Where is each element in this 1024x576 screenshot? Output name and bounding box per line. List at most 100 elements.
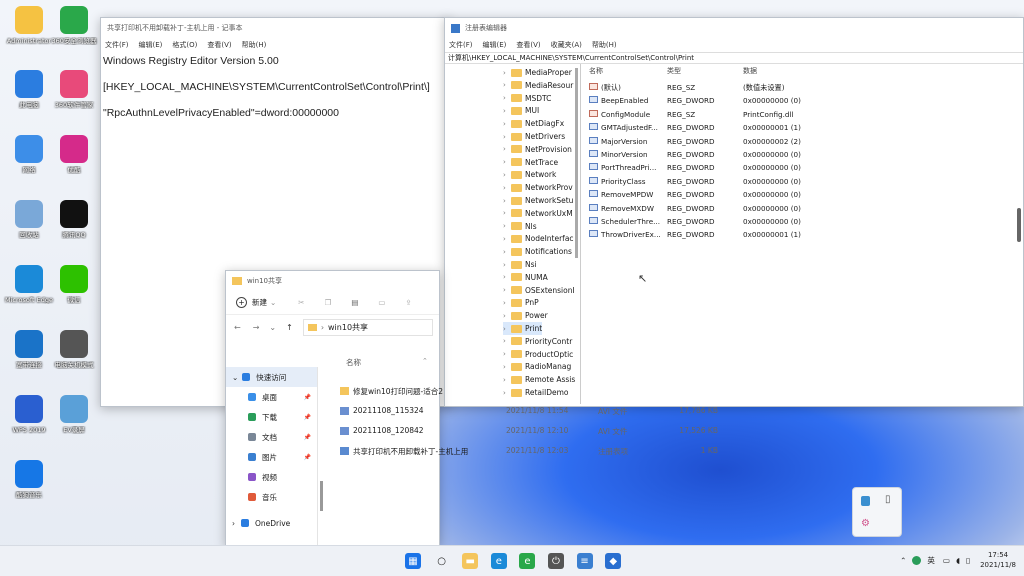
chevron-right-icon[interactable]: ›	[503, 69, 511, 77]
chevron-up-icon[interactable]: ⌃	[900, 556, 906, 565]
power-tool-icon[interactable]: ⏻	[548, 553, 564, 569]
registry-value-row[interactable]: SchedulerThre... REG_DWORD 0x00000000 (0)	[585, 215, 1023, 228]
desktop-icon[interactable]: 微信	[50, 265, 98, 304]
desktop-icon[interactable]: 回收站	[5, 200, 53, 239]
windows-start-icon[interactable]: ▦	[405, 553, 421, 569]
chevron-right-icon[interactable]: ›	[503, 312, 511, 320]
tree-key-item[interactable]: › Network	[503, 168, 556, 181]
file-row[interactable]: 共享打印机不用卸载补丁-主机上用 2021/11/8 12:03 注册表项 1 KB	[340, 442, 770, 460]
desktop-icon[interactable]: 腾讯QQ	[50, 200, 98, 239]
rename-icon[interactable]: ▭	[378, 298, 385, 307]
regedit-menu-item[interactable]: 编辑(E)	[483, 40, 507, 50]
regedit-address-bar[interactable]: 计算机\HKEY_LOCAL_MACHINE\SYSTEM\CurrentCon…	[445, 52, 1023, 64]
search-icon[interactable]: ○	[434, 553, 450, 569]
regedit-menu-item[interactable]: 帮助(H)	[592, 40, 617, 50]
copy-icon[interactable]: ❐	[325, 298, 332, 307]
clock[interactable]: 17:54 2021/11/8	[980, 550, 1016, 570]
registry-value-row[interactable]: ConfigModule REG_SZ PrintConfig.dll	[585, 108, 1023, 121]
col-name-header[interactable]: 名称	[589, 66, 603, 76]
chevron-right-icon[interactable]: ›	[503, 120, 511, 128]
edge-icon[interactable]: e	[490, 553, 507, 569]
usb-icon[interactable]: ▯	[885, 494, 891, 505]
notepad-menu-item[interactable]: 查看(V)	[207, 40, 231, 50]
tree-key-item[interactable]: › Nls	[503, 220, 537, 233]
registry-value-row[interactable]: PriorityClass REG_DWORD 0x00000000 (0)	[585, 175, 1023, 188]
sidebar-item[interactable]: ⌄ 快速访问	[226, 367, 317, 387]
desktop-icon[interactable]: 酷狗音乐	[5, 460, 53, 499]
tree-key-item[interactable]: › PnP	[503, 296, 539, 309]
tree-key-item[interactable]: › NetworkUxM	[503, 207, 573, 220]
chevron-down-icon[interactable]: ⌄	[232, 373, 238, 382]
desktop-icon[interactable]: 优酷	[50, 135, 98, 174]
chevron-right-icon[interactable]: ›	[503, 325, 511, 333]
sidebar-item[interactable]: 桌面 📌	[226, 387, 317, 407]
tree-key-item[interactable]: › NetworkProv	[503, 181, 573, 194]
volume-icon[interactable]: ◖	[956, 556, 960, 565]
notepad-menu-item[interactable]: 帮助(H)	[242, 40, 267, 50]
tree-key-item[interactable]: › NetProvision	[503, 143, 572, 156]
tree-scrollbar[interactable]	[575, 68, 578, 258]
360-browser-icon[interactable]: e	[519, 553, 536, 569]
file-row[interactable]: 修复win10打印问题-适合2	[340, 382, 770, 400]
tree-key-item[interactable]: › NetDiagFx	[503, 117, 564, 130]
tree-key-item[interactable]: › Print	[503, 322, 543, 335]
registry-value-row[interactable]: MajorVersion REG_DWORD 0x00000002 (2)	[585, 135, 1023, 148]
desktop-icon[interactable]: Administrator	[5, 6, 53, 45]
sidebar-item[interactable]: 视频	[226, 467, 317, 487]
up-icon[interactable]: ↑	[286, 323, 293, 332]
desktop-icon[interactable]: 360安全浏览器	[50, 6, 98, 45]
new-button[interactable]: + 新建 ⌄	[236, 297, 276, 308]
registry-value-row[interactable]: RemoveMXDW REG_DWORD 0x00000000 (0)	[585, 202, 1023, 215]
tree-key-item[interactable]: › RadioManag	[503, 360, 571, 373]
desktop-icon[interactable]: 宽带连接	[5, 330, 53, 369]
tree-key-item[interactable]: › PriorityContr	[503, 335, 572, 348]
tree-key-item[interactable]: › NodeInterfac	[503, 232, 574, 245]
col-data-header[interactable]: 数据	[743, 66, 757, 76]
gear-icon[interactable]: ⚙	[861, 518, 870, 529]
chevron-right-icon[interactable]: ›	[503, 197, 511, 205]
desktop-icon[interactable]: 360软件管家	[50, 70, 98, 109]
notepad-text-area[interactable]: Windows Registry Editor Version 5.00 [HK…	[101, 51, 449, 137]
registry-value-row[interactable]: ThrowDriverEx... REG_DWORD 0x00000001 (1)	[585, 228, 1023, 241]
network-icon[interactable]: ▭	[943, 556, 950, 565]
power-icon[interactable]: ▯	[966, 556, 970, 565]
cut-icon[interactable]: ✂	[298, 298, 304, 307]
chevron-right-icon[interactable]: ›	[503, 171, 511, 179]
file-explorer-icon[interactable]: ▬	[462, 553, 479, 569]
chevron-right-icon[interactable]: ›	[503, 145, 511, 153]
sidebar-item[interactable]: 图片 📌	[226, 447, 317, 467]
regedit-menu-item[interactable]: 查看(V)	[516, 40, 540, 50]
registry-value-row[interactable]: MinorVersion REG_DWORD 0x00000000 (0)	[585, 148, 1023, 161]
desktop-icon[interactable]: 电脑关机模式	[50, 330, 98, 369]
chevron-right-icon[interactable]: ›	[503, 107, 511, 115]
values-scrollbar[interactable]	[1017, 208, 1021, 242]
notepad-icon[interactable]: ≡	[576, 553, 593, 569]
chevron-down-icon[interactable]: ⌄	[269, 323, 276, 332]
tree-key-item[interactable]: › NetworkSetu	[503, 194, 573, 207]
chevron-right-icon[interactable]: ›	[503, 337, 511, 345]
chevron-right-icon[interactable]: ›	[503, 158, 511, 166]
chevron-right-icon[interactable]: ›	[503, 273, 511, 281]
chevron-right-icon[interactable]: ›	[503, 133, 511, 141]
regedit-menu-item[interactable]: 收藏夹(A)	[551, 40, 582, 50]
tree-key-item[interactable]: › Nsi	[503, 258, 537, 271]
chevron-right-icon[interactable]: ›	[503, 184, 511, 192]
chevron-right-icon[interactable]: ›	[503, 222, 511, 230]
chevron-right-icon[interactable]: ›	[503, 248, 511, 256]
forward-icon[interactable]: →	[253, 323, 260, 332]
registry-value-row[interactable]: RemoveMPDW REG_DWORD 0x00000000 (0)	[585, 188, 1023, 201]
sidebar-scrollbar[interactable]	[320, 481, 323, 511]
tree-key-item[interactable]: › MUI	[503, 104, 539, 117]
share-icon[interactable]: ⇪	[406, 298, 412, 307]
desktop-icon[interactable]: Microsoft Edge	[5, 265, 53, 304]
desktop-icon[interactable]: 网络	[5, 135, 53, 174]
tree-key-item[interactable]: › ProductOptic	[503, 348, 573, 361]
tree-key-item[interactable]: › MSDTC	[503, 92, 551, 105]
chevron-right-icon[interactable]: ›	[503, 363, 511, 371]
desktop-icon[interactable]: 此电脑	[5, 70, 53, 109]
notepad-menu-item[interactable]: 文件(F)	[105, 40, 129, 50]
chevron-right-icon[interactable]: ›	[503, 261, 511, 269]
chevron-right-icon[interactable]: ›	[503, 350, 511, 358]
language-indicator[interactable]: 英	[927, 555, 935, 566]
desktop-icon[interactable]: EV录屏	[50, 395, 98, 434]
